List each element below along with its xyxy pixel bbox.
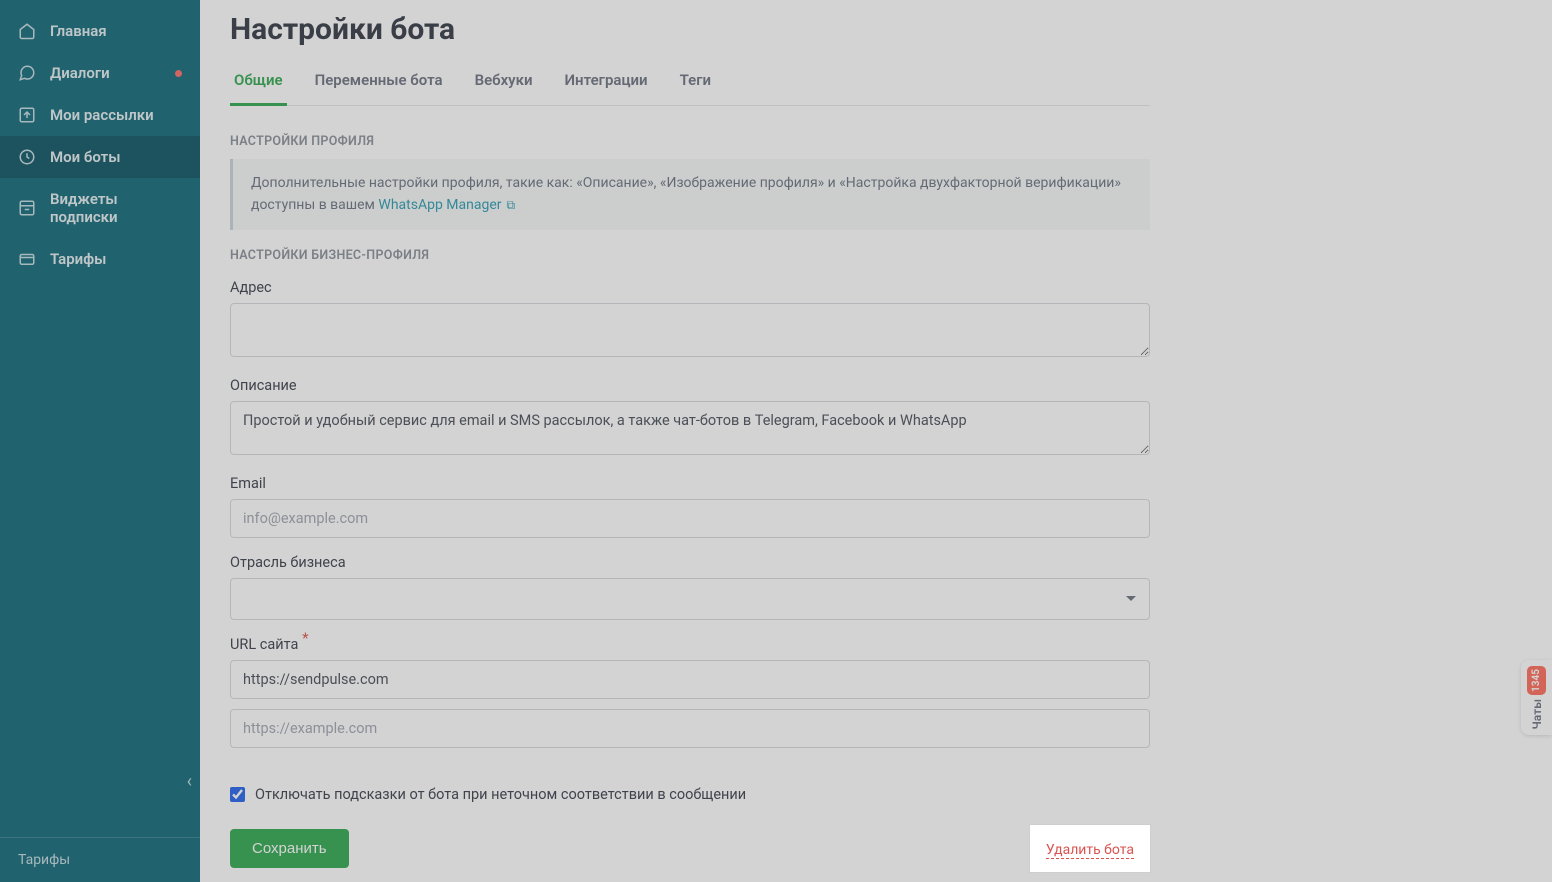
link-label: WhatsApp Manager — [378, 197, 501, 213]
required-asterisk: * — [298, 630, 308, 648]
description-label: Описание — [230, 377, 1150, 394]
sidebar-bottom-label: Тарифы — [18, 852, 70, 868]
url-label-text: URL сайта — [230, 636, 298, 653]
email-input[interactable] — [230, 499, 1150, 538]
chat-count-badge: 1345 — [1527, 666, 1546, 695]
disable-hints-checkbox[interactable] — [230, 787, 245, 802]
delete-bot-link[interactable]: Удалить бота — [1046, 842, 1134, 859]
disable-hints-row: Отключать подсказки от бота при неточном… — [230, 786, 1150, 803]
tab-variables[interactable]: Переменные бота — [311, 61, 447, 106]
external-link-icon: ⧉ — [504, 198, 516, 212]
chat-widget[interactable]: 1345 Чаты — [1521, 660, 1552, 735]
address-textarea[interactable] — [230, 303, 1150, 357]
profile-section-heading: НАСТРОЙКИ ПРОФИЛЯ — [230, 134, 1150, 149]
sidebar-item-widgets[interactable]: Виджеты подписки — [0, 178, 200, 238]
tab-webhooks[interactable]: Вебхуки — [471, 61, 537, 106]
sidebar-item-label: Мои боты — [50, 148, 120, 166]
tab-label: Переменные бота — [315, 71, 443, 89]
industry-label: Отрасль бизнеса — [230, 554, 1150, 571]
clock-icon — [18, 148, 36, 166]
delete-bot-wrap: Удалить бота — [1030, 825, 1150, 872]
upload-icon — [18, 106, 36, 124]
chat-icon — [18, 64, 36, 82]
checkbox-label: Отключать подсказки от бота при неточном… — [255, 786, 746, 803]
delete-link-label: Удалить бота — [1046, 842, 1134, 858]
url-input-primary[interactable] — [230, 660, 1150, 699]
chat-widget-label: Чаты — [1530, 699, 1544, 730]
tab-tags[interactable]: Теги — [676, 61, 715, 106]
main-content: Настройки бота Общие Переменные бота Веб… — [200, 0, 1552, 882]
save-button[interactable]: Сохранить — [230, 829, 349, 868]
page-title: Настройки бота — [230, 4, 1150, 61]
whatsapp-manager-link[interactable]: WhatsApp Manager ⧉ — [378, 197, 515, 213]
sidebar-item-pricing[interactable]: Тарифы — [0, 238, 200, 280]
sidebar-item-home[interactable]: Главная — [0, 10, 200, 52]
tab-label: Интеграции — [565, 71, 648, 89]
save-button-label: Сохранить — [252, 840, 327, 857]
sidebar-item-label: Тарифы — [50, 250, 106, 268]
address-label: Адрес — [230, 279, 1150, 296]
url-input-secondary[interactable] — [230, 709, 1150, 748]
url-label: URL сайта * — [230, 636, 1150, 653]
tabs: Общие Переменные бота Вебхуки Интеграции… — [230, 61, 1150, 106]
sidebar-item-dialogs[interactable]: Диалоги — [0, 52, 200, 94]
archive-icon — [18, 199, 36, 217]
sidebar-item-label: Мои рассылки — [50, 106, 154, 124]
industry-select[interactable] — [230, 578, 1150, 620]
home-icon — [18, 22, 36, 40]
tab-label: Общие — [234, 71, 283, 89]
profile-info-box: Дополнительные настройки профиля, такие … — [230, 159, 1150, 230]
form-footer: Сохранить Удалить бота — [230, 825, 1150, 872]
description-textarea[interactable] — [230, 401, 1150, 455]
sidebar-item-label: Виджеты подписки — [50, 190, 182, 226]
card-icon — [18, 250, 36, 268]
tab-label: Теги — [680, 71, 711, 89]
chevron-left-icon: ‹ — [187, 771, 192, 792]
tab-integrations[interactable]: Интеграции — [561, 61, 652, 106]
sidebar-bottom-link[interactable]: Тарифы — [0, 837, 200, 882]
sidebar-item-label: Диалоги — [50, 64, 110, 82]
sidebar-item-campaigns[interactable]: Мои рассылки — [0, 94, 200, 136]
sidebar-collapse-button[interactable]: ‹ — [187, 771, 192, 792]
business-section-heading: НАСТРОЙКИ БИЗНЕС-ПРОФИЛЯ — [230, 248, 1150, 263]
notification-dot-icon — [175, 70, 182, 77]
tab-general[interactable]: Общие — [230, 61, 287, 106]
sidebar-item-label: Главная — [50, 22, 107, 40]
sidebar-item-bots[interactable]: Мои боты — [0, 136, 200, 178]
sidebar: Главная Диалоги Мои рассылки Мои боты — [0, 0, 200, 882]
tab-label: Вебхуки — [475, 71, 533, 89]
email-label: Email — [230, 475, 1150, 492]
